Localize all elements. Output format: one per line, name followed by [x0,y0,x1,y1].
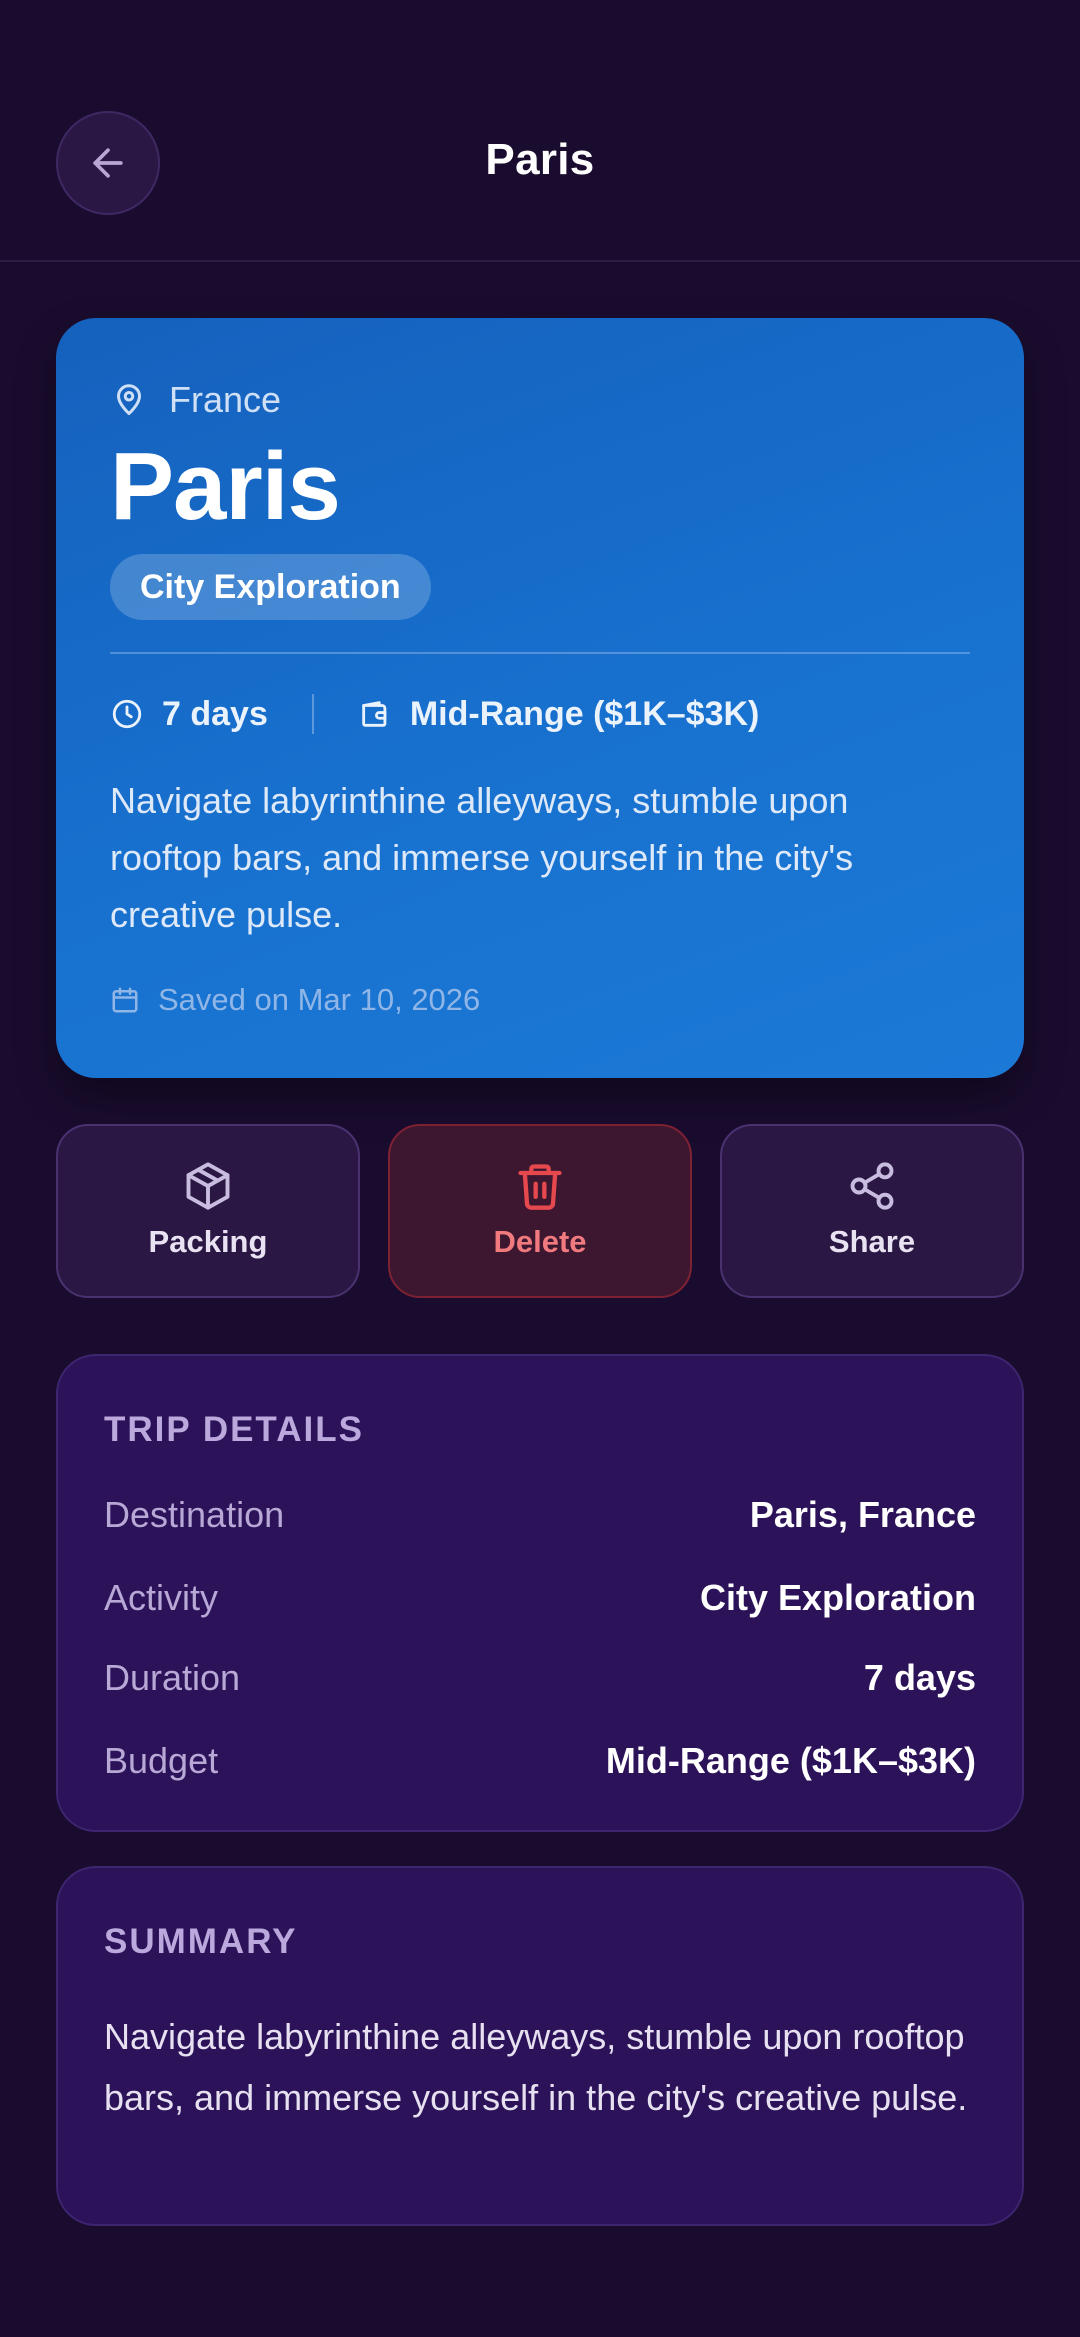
detail-label: Destination [104,1494,285,1535]
share-label: Share [828,1224,916,1259]
packing-label: Packing [148,1224,268,1259]
app-header: Paris [0,0,1080,262]
detail-value: 7 days [863,1657,976,1698]
city-title: Paris [110,433,341,540]
share-icon [850,1162,894,1210]
summary-text: Navigate labyrinthine alleyways, stumble… [104,2016,968,2118]
detail-row-duration: Duration 7 days [104,1653,976,1703]
packing-button[interactable]: Packing [56,1124,360,1298]
detail-label: Budget [104,1740,219,1781]
detail-label: Duration [104,1657,241,1698]
detail-label: Activity [104,1577,219,1618]
trash-icon [518,1164,562,1210]
budget-meta: Mid-Range ($1K–$3K) [358,694,760,734]
detail-value: City Exploration [699,1577,976,1618]
page-title: Paris [485,135,595,184]
country-row: France [111,378,281,422]
meta-separator [311,694,314,734]
duration-meta: 7 days [110,695,268,734]
clock-icon [112,699,142,729]
summary-card: SUMMARY Navigate labyrinthine alleyways,… [56,1866,1024,2226]
detail-row-budget: Budget Mid-Range ($1K–$3K) [104,1736,976,1786]
package-icon [186,1162,230,1210]
hero-divider [110,652,970,654]
summary-title: SUMMARY [104,1922,298,1961]
budget-text: Mid-Range ($1K–$3K) [409,694,760,733]
saved-date-text: Saved on Mar 10, 2026 [158,982,481,1017]
detail-value: Mid-Range ($1K–$3K) [605,1740,976,1781]
trip-details-card: TRIP DETAILS Destination Paris, France A… [56,1354,1024,1832]
trip-description: Navigate labyrinthine alleyways, stumble… [110,780,854,935]
trip-meta-row: 7 days Mid-Range ($1K–$3K) [110,690,759,738]
map-pin-icon [117,384,141,415]
trip-details-title: TRIP DETAILS [104,1410,364,1449]
delete-label: Delete [493,1224,587,1259]
share-button[interactable]: Share [720,1124,1024,1298]
duration-text: 7 days [162,694,268,733]
detail-row-activity: Activity City Exploration [104,1573,976,1623]
calendar-icon [112,987,138,1013]
saved-date-row: Saved on Mar 10, 2026 [110,978,480,1022]
activity-badge: City Exploration [110,554,431,620]
detail-row-destination: Destination Paris, France [104,1490,976,1540]
country-label: France [169,379,282,420]
detail-value: Paris, France [749,1494,976,1535]
delete-button[interactable]: Delete [388,1124,692,1298]
wallet-icon [362,701,387,727]
